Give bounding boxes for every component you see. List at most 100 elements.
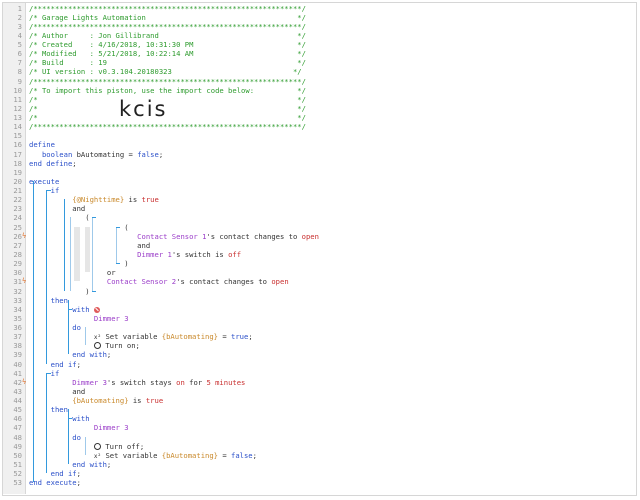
import-code[interactable]: kcis — [119, 97, 167, 121]
code-token: true — [145, 396, 164, 406]
code-text: end if; — [29, 360, 81, 369]
code-token: /***************************************… — [29, 76, 306, 86]
code-token: end with — [29, 460, 107, 469]
line-number: 41 — [13, 368, 22, 378]
line-number: 34 — [13, 304, 22, 314]
code-token: then — [29, 295, 68, 305]
code-text: /* UI version : v0.3.104.20180323 */ — [29, 67, 302, 76]
code-token: and — [29, 204, 86, 214]
code-token: Contact Sensor 1 — [29, 231, 207, 241]
line-number: 16 — [13, 140, 22, 150]
code-token: Dimmer 3 — [29, 377, 107, 387]
code-text: end execute; — [29, 478, 81, 487]
line-number: 40 — [13, 359, 22, 369]
code-token: /***************************************… — [29, 122, 306, 132]
code-token: ; — [106, 460, 112, 469]
code-token: off — [228, 250, 242, 259]
line-number: 53 — [13, 478, 22, 488]
code-token: Turn on; — [100, 341, 140, 351]
line-number: 9 — [17, 76, 22, 86]
code-token: {bAutomating} — [161, 332, 219, 342]
code-token: = — [218, 450, 231, 460]
line-number: 49 — [13, 441, 22, 451]
code-text: end with; — [29, 460, 111, 469]
line-number: 14 — [13, 122, 22, 132]
line-number: 11 — [13, 94, 22, 104]
code-token: define — [29, 140, 55, 150]
line-number: 48 — [13, 432, 22, 442]
code-token: true — [141, 195, 159, 205]
code-text: Turn on; — [29, 341, 140, 350]
line-number: 7 — [17, 58, 22, 68]
code-token: /* UI version : v0.3.104.20180323 */ — [29, 67, 302, 77]
code-text: /***************************************… — [29, 22, 306, 31]
code-text: Contact Sensor 1's contact changes to op… — [29, 232, 319, 241]
code-token: Set variable — [101, 332, 162, 342]
code-token: ( — [29, 213, 90, 223]
code-text: Dimmer 3 — [29, 423, 129, 432]
line-number: 6 — [17, 49, 22, 59]
code-text: /* Modified : 5/21/2018, 10:22:14 AM */ — [29, 49, 306, 58]
line-number: 43 — [13, 386, 22, 396]
line-number: 10 — [13, 85, 22, 95]
code-text: /***************************************… — [29, 122, 306, 131]
code-text: with — [29, 305, 100, 314]
code-token: Dimmer 3 — [29, 313, 129, 323]
code-token: is — [124, 195, 142, 205]
code-token: /* Author : Jon Gillibrand */ — [29, 30, 306, 40]
code-text: execute — [29, 177, 59, 186]
code-token: or — [29, 268, 116, 278]
code-text: /***************************************… — [29, 4, 306, 13]
line-number: 29 — [13, 259, 22, 269]
code-token: ; — [76, 478, 81, 488]
line-number: 23 — [13, 204, 22, 214]
code-text: Contact Sensor 2's contact changes to op… — [29, 277, 289, 286]
code-token: {@Nighttime} — [29, 195, 125, 205]
line-number: 25 — [13, 222, 22, 232]
code-text: Dimmer 3's switch stays on for 5 minutes — [29, 378, 245, 387]
code-token: execute — [29, 176, 60, 186]
code-token: {bAutomating} — [29, 396, 129, 406]
code-token: end if — [29, 469, 77, 479]
code-token: do — [29, 432, 81, 442]
code-token: if — [29, 368, 60, 378]
code-text: do — [29, 433, 81, 442]
line-number: 37 — [13, 332, 22, 342]
code-token: 's contact changes to — [206, 231, 302, 241]
code-token: 's contact changes to — [176, 277, 272, 287]
line-number: 4 — [17, 30, 22, 40]
line-number: 20 — [13, 176, 22, 186]
nesting-tick — [91, 217, 97, 219]
code-text: or — [29, 268, 116, 277]
code-text: ) — [29, 286, 90, 296]
line-number: 36 — [13, 323, 22, 333]
code-text: do — [29, 323, 81, 332]
trigger-icon: ϟ — [22, 231, 27, 240]
line-number: 51 — [13, 460, 22, 469]
code-text: and — [29, 387, 85, 396]
power-icon — [93, 342, 101, 350]
line-number: 42 — [13, 377, 22, 387]
disabled-icon — [93, 306, 100, 313]
line-number: 1 — [17, 3, 22, 13]
code-token: true — [231, 332, 249, 342]
code-token: then — [29, 405, 68, 415]
code-token: 5 minutes — [206, 377, 246, 387]
code-token: false — [137, 149, 159, 159]
code-token: /* To import this piston, use the import… — [29, 85, 306, 95]
code-token: end define — [29, 158, 73, 168]
line-number: 28 — [13, 250, 22, 259]
code-text: Dimmer 3 — [29, 314, 129, 323]
code-token: is — [128, 396, 146, 406]
code-text: then — [29, 405, 68, 414]
code-text: /* To import this piston, use the import… — [29, 86, 306, 95]
code-token: ; — [106, 350, 112, 360]
code-token: end if — [29, 359, 77, 369]
code-token: with — [29, 414, 90, 424]
code-text: end with; — [29, 350, 111, 359]
code-token: for — [184, 377, 207, 387]
code-token: ) — [29, 286, 90, 296]
line-number: 44 — [13, 396, 22, 406]
